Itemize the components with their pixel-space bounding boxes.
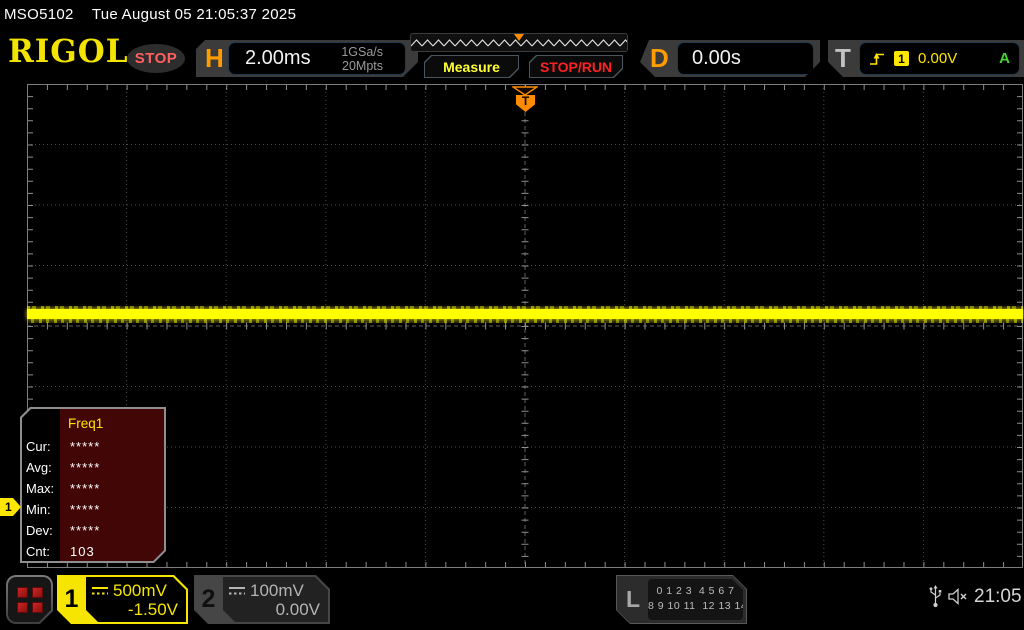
measurement-row: Max: ***** — [26, 478, 162, 499]
channel1-readout: 500mV -1.50V — [86, 577, 186, 622]
channel2-status-box[interactable]: 2 100mV 0.00V — [194, 575, 330, 624]
datetime-text: Tue August 05 21:05:37 2025 — [92, 6, 296, 23]
channel2-number: 2 — [194, 575, 223, 624]
speaker-muted-icon[interactable] — [947, 588, 971, 605]
measurement-panel-body: Freq1 Cur: ***** Avg: ***** Max: ***** M… — [22, 409, 164, 561]
trigger-display: 1 0.00V A — [859, 42, 1020, 75]
trigger-source-badge: 1 — [894, 51, 909, 66]
digital-channel-list: 0 1 2 3 4 5 6 7 8 9 10 11 12 13 14 15 — [648, 579, 743, 620]
delay-display: 0.00s — [677, 42, 814, 75]
measurement-row: Avg: ***** — [26, 457, 162, 478]
channel2-scale: 100mV — [250, 581, 304, 600]
measurement-row: Dev: ***** — [26, 520, 162, 541]
channel1-scale: 500mV — [113, 581, 167, 600]
measurement-title: Freq1 — [68, 416, 103, 431]
clock-text: 21:05 — [974, 586, 1022, 608]
dc-coupling-icon — [92, 586, 108, 596]
measure-button[interactable]: Measure — [424, 55, 519, 78]
measurement-row: Cur: ***** — [26, 436, 162, 457]
usb-icon — [928, 584, 943, 610]
titlebar: MSO5102 Tue August 05 21:05:37 2025 — [4, 6, 296, 23]
acquisition-info: 1GSa/s 20Mpts — [341, 45, 383, 73]
channel1-number: 1 — [57, 575, 86, 624]
digital-row-top: 0 1 2 3 4 5 6 7 — [648, 584, 743, 599]
run-state-indicator: STOP — [127, 44, 185, 73]
measurement-row: Min: ***** — [26, 499, 162, 520]
waveform-overview-strip[interactable] — [410, 33, 628, 52]
trigger-level-value: 0.00V — [918, 50, 957, 67]
digital-row-bottom: 8 9 10 11 12 13 14 15 — [648, 599, 743, 614]
channel1-status-box[interactable]: 1 500mV -1.50V — [57, 575, 188, 624]
measurement-rows: Cur: ***** Avg: ***** Max: ***** Min: **… — [26, 436, 162, 562]
menu-grid-icon — [8, 577, 51, 622]
trigger-settings-box[interactable]: T 1 0.00V A — [828, 40, 1024, 77]
rigol-logo: RIGOL — [8, 34, 129, 71]
channel2-readout: 100mV 0.00V — [223, 577, 328, 622]
memory-depth: 20Mpts — [342, 59, 383, 73]
trigger-position-triangle-icon[interactable] — [512, 86, 538, 96]
timebase-value: 2.00ms — [245, 47, 311, 70]
horizontal-settings-box[interactable]: H 2.00ms 1GSa/s 20Mpts — [196, 40, 418, 77]
measurement-panel[interactable]: Freq1 Cur: ***** Avg: ***** Max: ***** M… — [20, 407, 166, 563]
overview-trigger-position-icon — [514, 34, 524, 41]
digital-channels-box[interactable]: L 0 1 2 3 4 5 6 7 8 9 10 11 12 13 14 15 — [616, 575, 747, 624]
channel1-ground-marker[interactable]: 1 — [0, 498, 21, 516]
stop-run-button[interactable]: STOP/RUN — [529, 55, 623, 78]
trigger-label: T — [835, 40, 851, 77]
digital-label: L — [626, 576, 640, 623]
rising-edge-icon — [869, 50, 885, 67]
delay-settings-box[interactable]: D 0.00s — [640, 40, 820, 77]
measurement-row: Cnt: 103 — [26, 541, 162, 562]
sample-rate: 1GSa/s — [341, 45, 383, 59]
delay-value: 0.00s — [692, 47, 741, 70]
timebase-display: 2.00ms 1GSa/s 20Mpts — [228, 42, 406, 75]
trigger-sweep-mode: A — [999, 50, 1010, 67]
menu-tile-button[interactable] — [6, 575, 53, 624]
channel2-offset: 0.00V — [229, 600, 320, 619]
channel1-offset: -1.50V — [92, 600, 178, 619]
graticule — [27, 84, 1023, 568]
dc-coupling-icon — [229, 586, 245, 596]
measure-button-label: Measure — [425, 56, 518, 77]
channel1-trace — [27, 306, 1023, 323]
digital-channels-body: L 0 1 2 3 4 5 6 7 8 9 10 11 12 13 14 15 — [617, 576, 746, 623]
delay-label: D — [650, 40, 669, 77]
device-model: MSO5102 — [4, 6, 74, 23]
stop-run-button-label: STOP/RUN — [530, 56, 622, 77]
horizontal-label: H — [205, 40, 224, 77]
